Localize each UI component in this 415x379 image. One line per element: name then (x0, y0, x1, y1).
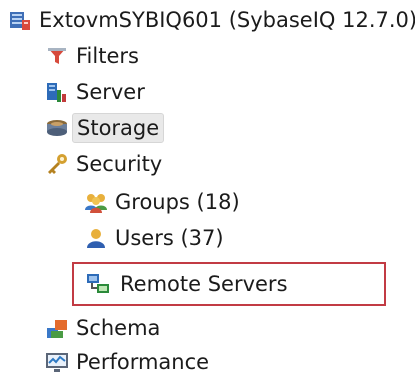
storage-disk-icon (47, 120, 67, 136)
tree-item-label: Security (76, 152, 163, 176)
user-icon (87, 229, 105, 248)
tree-item-remote-servers[interactable]: Remote Servers (72, 262, 386, 306)
schema-icon (47, 320, 67, 338)
object-tree: ExtovmSYBIQ601 (SybaseIQ 12.7.0) Filters… (0, 0, 415, 379)
tree-item-performance[interactable]: Performance (45, 346, 209, 378)
tree-item-server[interactable]: Server (45, 76, 145, 108)
tree-item-label: Storage (72, 113, 165, 143)
tree-root-node[interactable]: ExtovmSYBIQ601 (SybaseIQ 12.7.0) (8, 4, 415, 36)
user-group-icon (85, 194, 107, 213)
tree-item-label: Groups (18) (115, 190, 240, 214)
performance-monitor-icon (46, 353, 68, 372)
funnel-filter-icon (48, 48, 66, 64)
server-icon (47, 83, 66, 102)
tree-item-label: Performance (76, 350, 210, 374)
tree-item-filters[interactable]: Filters (45, 40, 139, 72)
tree-item-schema[interactable]: Schema (45, 312, 160, 344)
tree-item-label: Schema (76, 316, 161, 340)
key-icon (48, 154, 67, 174)
tree-item-security[interactable]: Security (45, 148, 162, 180)
database-server-icon (10, 12, 30, 30)
tree-item-users[interactable]: Users (37) (84, 222, 224, 254)
tree-item-groups[interactable]: Groups (18) (84, 186, 240, 218)
tree-root-label: ExtovmSYBIQ601 (SybaseIQ 12.7.0) (39, 8, 415, 32)
tree-item-label: Filters (76, 44, 139, 68)
tree-item-label: Server (76, 80, 145, 104)
remote-servers-icon (87, 274, 109, 293)
tree-item-label: Remote Servers (120, 272, 288, 296)
tree-item-label: Users (37) (115, 226, 224, 250)
tree-item-storage[interactable]: Storage (45, 112, 165, 144)
